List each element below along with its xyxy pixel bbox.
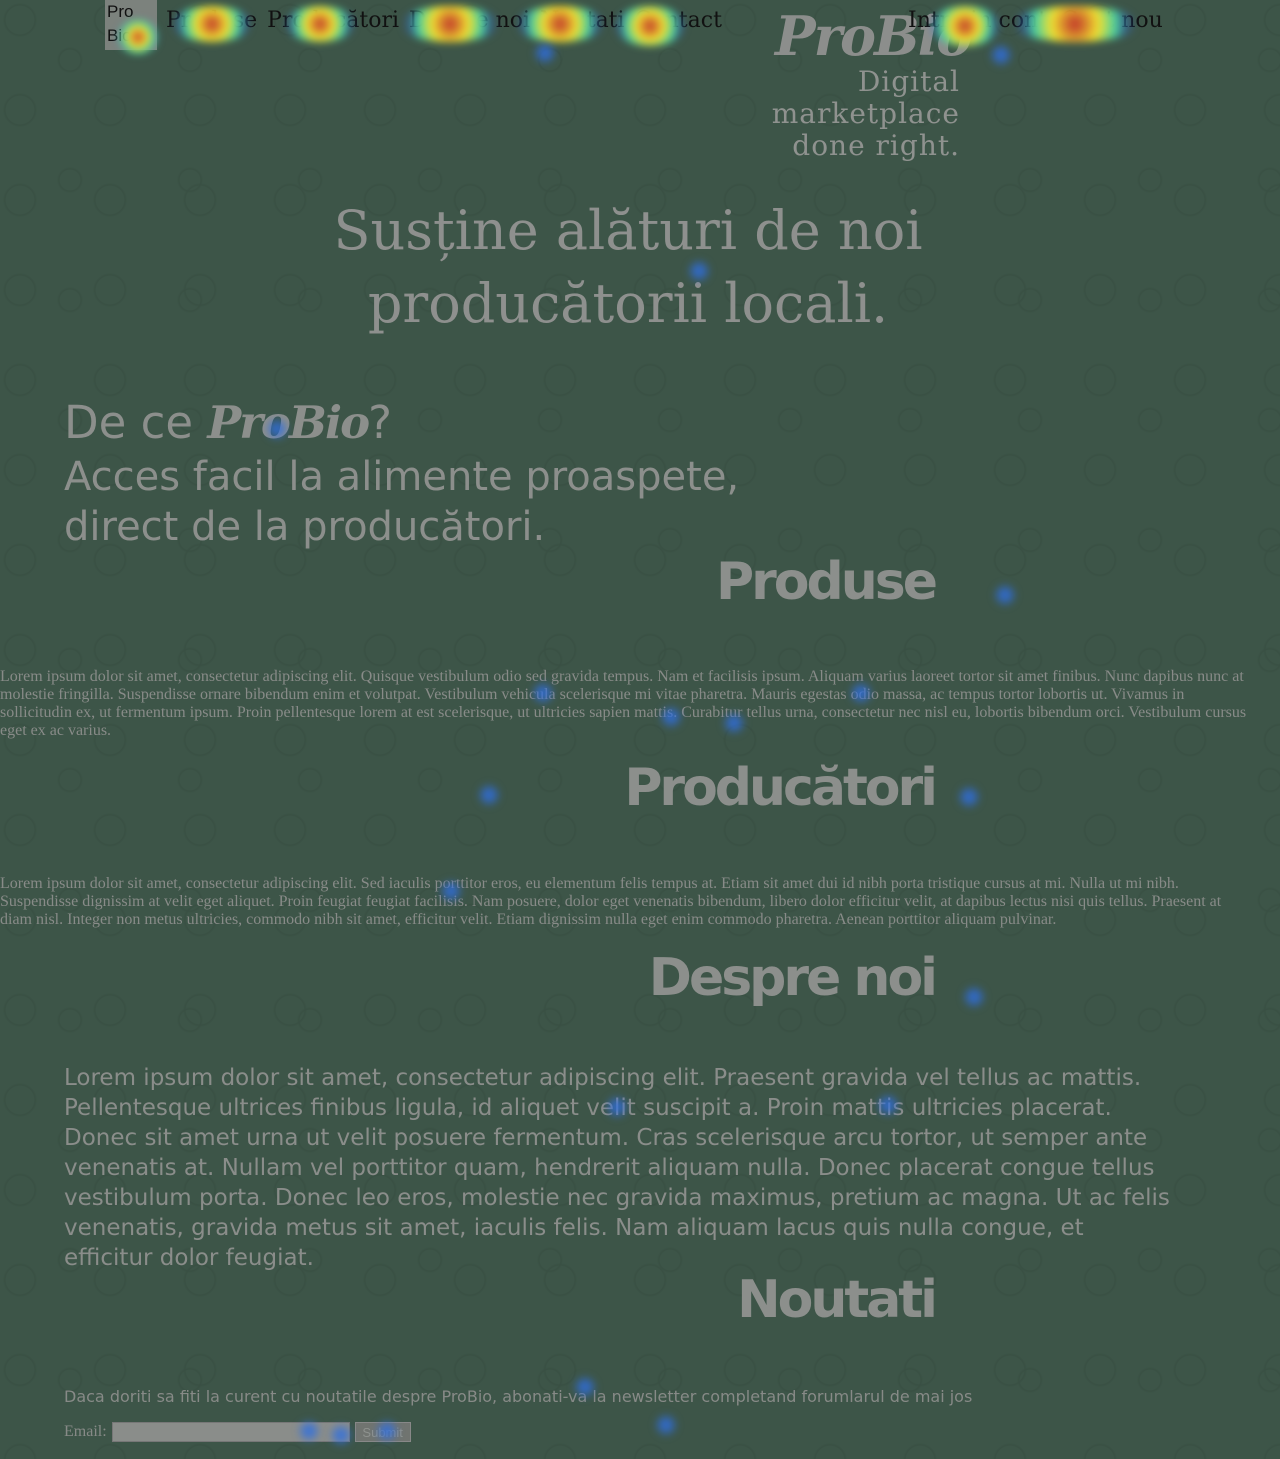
- logo-line-2: Bio: [107, 26, 132, 45]
- signup-link[interactable]: Cont nou: [1061, 8, 1163, 33]
- newsletter-text: Daca doriti sa fiti la curent cu noutati…: [64, 1387, 973, 1406]
- tagline-line-2: done right.: [792, 129, 960, 162]
- section-title-despre-noi: Despre noi: [648, 948, 938, 1008]
- email-field[interactable]: [111, 1422, 350, 1442]
- section-title-producatori: Producători: [624, 758, 938, 818]
- section-title-produse: Produse: [716, 552, 938, 612]
- why-brand: ProBio: [207, 396, 370, 449]
- hero-heading: Susține alături de noi producătorii loca…: [0, 194, 1256, 340]
- section-title-noutati: Noutati: [737, 1270, 938, 1330]
- why-sub-line-2: direct de la producători.: [64, 504, 546, 550]
- nav-item-producatori[interactable]: Producători: [267, 8, 399, 33]
- nav-item-contact[interactable]: Contact: [635, 8, 722, 33]
- nav-item-noutati[interactable]: Noutati: [540, 8, 625, 33]
- logo-line-1: Pro: [107, 2, 134, 21]
- nav-item-produse[interactable]: Produse: [166, 8, 257, 33]
- nav-item-despre-noi[interactable]: Despre noi: [409, 8, 530, 33]
- why-heading: De ce ProBio?: [64, 396, 392, 449]
- hero-line-2: producătorii locali.: [367, 272, 889, 335]
- why-suffix: ?: [368, 396, 392, 449]
- submit-button[interactable]: Submit: [354, 1422, 411, 1442]
- hero-line-1: Susține alături de noi: [333, 199, 923, 262]
- tagline: Digital marketplace done right.: [696, 66, 960, 162]
- why-prefix: De ce: [64, 396, 208, 449]
- account-nav: Intra in cont Cont nou: [908, 8, 1163, 33]
- login-link[interactable]: Intra in cont: [908, 8, 1047, 33]
- main-nav: Produse Producători Despre noi Noutati C…: [166, 8, 722, 33]
- newsletter-form: Email: Submit: [64, 1422, 411, 1442]
- despre-noi-text: Lorem ipsum dolor sit amet, consectetur …: [64, 1065, 1170, 1271]
- tagline-line-1: Digital marketplace: [771, 65, 960, 130]
- producatori-text: Lorem ipsum dolor sit amet, consectetur …: [0, 875, 1222, 928]
- produse-text: Lorem ipsum dolor sit amet, consectetur …: [0, 668, 1247, 739]
- email-label: Email:: [64, 1423, 107, 1440]
- why-sub-line-1: Acces facil la alimente proaspete,: [64, 454, 740, 500]
- why-subtitle: Acces facil la alimente proaspete, direc…: [64, 452, 764, 552]
- logo[interactable]: Pro Bio: [105, 0, 157, 50]
